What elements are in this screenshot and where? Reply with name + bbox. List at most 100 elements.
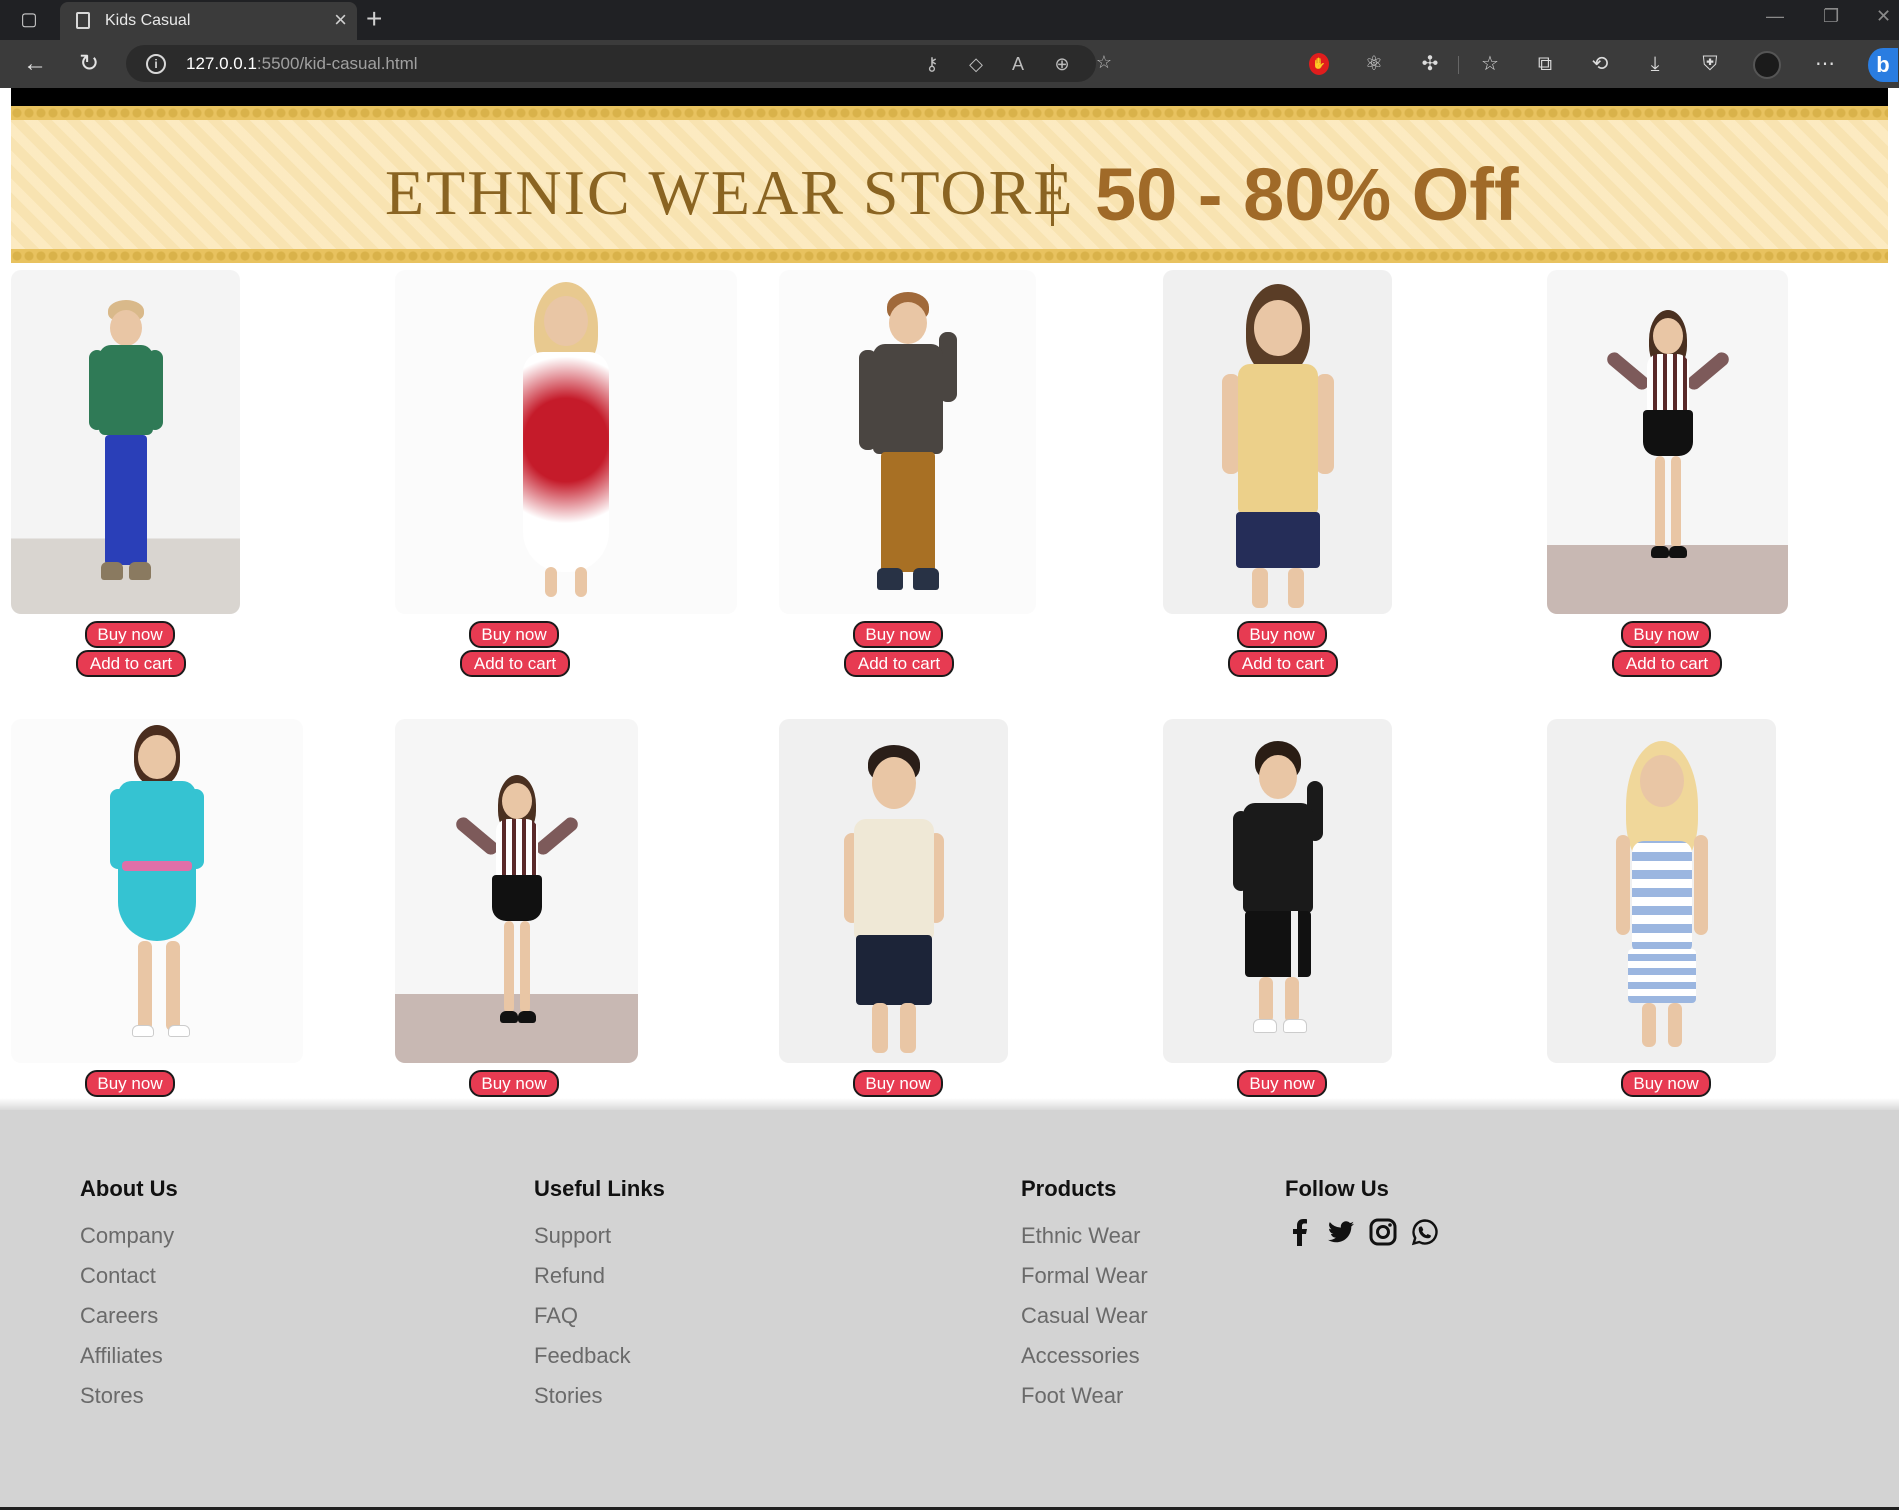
product-image[interactable] — [11, 270, 240, 614]
product-image[interactable] — [395, 719, 638, 1063]
add-to-cart-button[interactable]: Add to cart — [844, 650, 954, 677]
extensions-icon[interactable]: ✣ — [1416, 50, 1444, 78]
browser-tab[interactable]: Kids Casual × — [60, 2, 357, 40]
adblock-icon[interactable]: ✋ — [1309, 53, 1329, 75]
browser-tab-bar: ▢ Kids Casual × + — ❐ ✕ — [0, 0, 1899, 40]
kid-figure — [853, 292, 963, 612]
footer-link-refund[interactable]: Refund — [534, 1256, 665, 1296]
product-image[interactable] — [1547, 719, 1776, 1063]
profile-avatar[interactable] — [1753, 51, 1781, 79]
footer-heading: Products — [1021, 1176, 1117, 1201]
twitter-icon[interactable] — [1327, 1216, 1355, 1248]
product-image[interactable] — [395, 270, 737, 614]
add-to-cart-button[interactable]: Add to cart — [76, 650, 186, 677]
react-devtools-icon[interactable]: ⚛ — [1360, 50, 1388, 78]
zoom-icon[interactable]: ⊕ — [1050, 52, 1074, 76]
footer-link-ethnic-wear[interactable]: Ethnic Wear — [1021, 1216, 1148, 1256]
product-image[interactable] — [1163, 719, 1392, 1063]
product-image[interactable] — [1163, 270, 1392, 614]
read-aloud-icon[interactable]: A — [1006, 52, 1030, 76]
buy-now-button[interactable]: Buy now — [469, 621, 559, 648]
product-image[interactable] — [11, 719, 303, 1063]
footer-heading: About Us — [80, 1176, 178, 1201]
collections-icon[interactable]: ⧉ — [1531, 50, 1559, 78]
buy-now-button[interactable]: Buy now — [469, 1070, 559, 1097]
footer-link-stories[interactable]: Stories — [534, 1376, 665, 1416]
page-top-bar — [11, 88, 1888, 106]
banner-store-text: ETHNIC WEAR STORE — [385, 157, 1075, 228]
footer-link-stores[interactable]: Stores — [80, 1376, 178, 1416]
banner-offer-text: 50 - 80% Off — [1095, 153, 1519, 236]
footer-products-column: Products Ethnic Wear Formal Wear Casual … — [1021, 1176, 1148, 1416]
footer-link-foot-wear[interactable]: Foot Wear — [1021, 1376, 1148, 1416]
add-favorite-icon[interactable]: ☆ — [1092, 50, 1116, 74]
url-text[interactable]: 127.0.0.1:5500/kid-casual.html — [186, 54, 418, 74]
favorites-icon[interactable]: ☆ — [1476, 50, 1504, 78]
footer-link-affiliates[interactable]: Affiliates — [80, 1336, 178, 1376]
social-links — [1285, 1216, 1439, 1248]
footer-link-company[interactable]: Company — [80, 1216, 178, 1256]
footer-link-accessories[interactable]: Accessories — [1021, 1336, 1148, 1376]
browser-essentials-icon[interactable]: ⛨ — [1696, 50, 1724, 78]
banner-border-top — [11, 106, 1888, 120]
bing-copilot-icon[interactable]: b — [1868, 48, 1898, 82]
new-tab-icon[interactable]: + — [366, 4, 382, 34]
downloads-icon[interactable]: ⤓ — [1641, 50, 1669, 78]
banner-divider — [1051, 164, 1054, 226]
add-to-cart-button[interactable]: Add to cart — [1228, 650, 1338, 677]
kid-figure — [1592, 741, 1732, 1061]
facebook-icon[interactable] — [1285, 1216, 1313, 1248]
product-image[interactable] — [1547, 270, 1788, 614]
kid-figure — [1208, 284, 1348, 614]
product-image[interactable] — [779, 270, 1036, 614]
add-to-cart-button[interactable]: Add to cart — [460, 650, 570, 677]
product-image[interactable] — [779, 719, 1008, 1063]
site-info-icon[interactable]: i — [146, 54, 166, 74]
footer-link-careers[interactable]: Careers — [80, 1296, 178, 1336]
kid-figure — [82, 725, 232, 1055]
footer-about-column: About Us Company Contact Careers Affilia… — [80, 1176, 178, 1416]
buy-now-button[interactable]: Buy now — [1237, 1070, 1327, 1097]
more-menu-icon[interactable]: ⋯ — [1811, 50, 1839, 78]
restore-icon[interactable]: ❐ — [1823, 6, 1839, 27]
sale-banner[interactable]: ETHNIC WEAR STORE 50 - 80% Off — [11, 106, 1888, 263]
history-icon[interactable]: ⟲ — [1586, 50, 1614, 78]
buy-now-button[interactable]: Buy now — [853, 1070, 943, 1097]
reload-icon[interactable]: ↻ — [74, 50, 104, 80]
kid-figure — [442, 775, 592, 1055]
page-icon — [76, 12, 90, 29]
buy-now-button[interactable]: Buy now — [1621, 621, 1711, 648]
buy-now-button[interactable]: Buy now — [853, 621, 943, 648]
tag-icon[interactable]: ◇ — [964, 52, 988, 76]
kid-figure — [81, 300, 171, 600]
buy-now-button[interactable]: Buy now — [85, 621, 175, 648]
kid-figure — [1593, 310, 1743, 600]
close-tab-icon[interactable]: × — [334, 8, 347, 32]
buy-now-button[interactable]: Buy now — [1237, 621, 1327, 648]
password-key-icon[interactable]: ⚷ — [920, 52, 944, 76]
buy-now-button[interactable]: Buy now — [1621, 1070, 1711, 1097]
kid-figure — [1213, 741, 1343, 1041]
instagram-icon[interactable] — [1369, 1216, 1397, 1248]
close-window-icon[interactable]: ✕ — [1876, 6, 1891, 27]
footer-link-formal-wear[interactable]: Formal Wear — [1021, 1256, 1148, 1296]
browser-nav-bar: ← ↻ i 127.0.0.1:5500/kid-casual.html ⚷ ◇… — [0, 40, 1899, 88]
footer-link-feedback[interactable]: Feedback — [534, 1336, 665, 1376]
footer-link-support[interactable]: Support — [534, 1216, 665, 1256]
address-bar[interactable]: i 127.0.0.1:5500/kid-casual.html ⚷ ◇ A ⊕… — [126, 45, 1112, 82]
back-icon[interactable]: ← — [20, 50, 50, 80]
tab-actions-icon[interactable]: ▢ — [18, 8, 40, 30]
footer-heading: Useful Links — [534, 1176, 665, 1201]
whatsapp-icon[interactable] — [1411, 1216, 1439, 1248]
kid-figure — [501, 282, 631, 612]
add-to-cart-button[interactable]: Add to cart — [1612, 650, 1722, 677]
footer-link-contact[interactable]: Contact — [80, 1256, 178, 1296]
buy-now-button[interactable]: Buy now — [85, 1070, 175, 1097]
banner-border-bottom — [11, 249, 1888, 263]
footer-link-faq[interactable]: FAQ — [534, 1296, 665, 1336]
footer-link-casual-wear[interactable]: Casual Wear — [1021, 1296, 1148, 1336]
footer-follow-column: Follow Us — [1285, 1176, 1439, 1248]
kid-figure — [824, 745, 964, 1055]
minimize-icon[interactable]: — — [1766, 6, 1784, 27]
footer-heading: Follow Us — [1285, 1176, 1389, 1201]
